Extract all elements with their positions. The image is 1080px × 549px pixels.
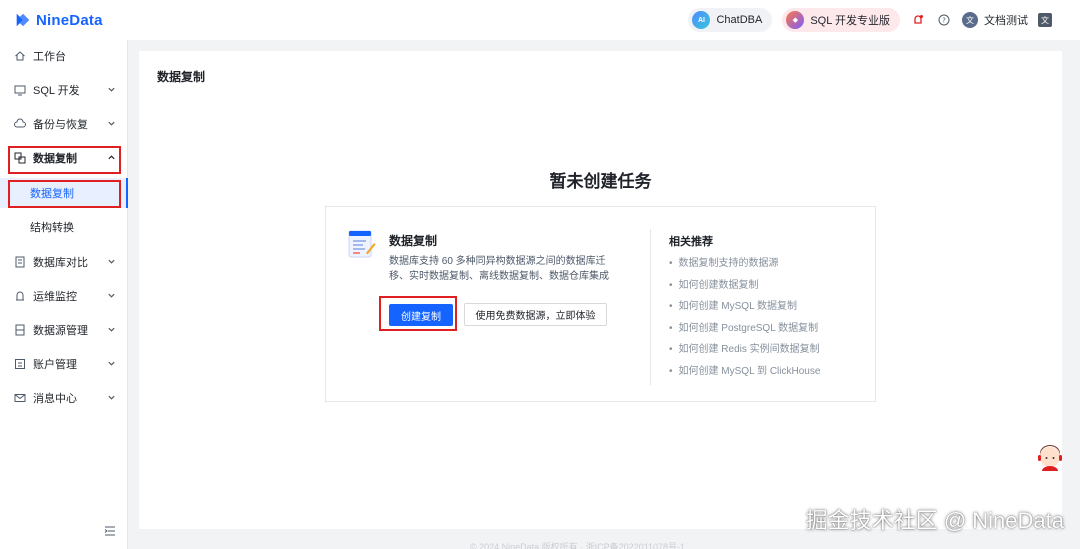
recommend-link[interactable]: 数据复制支持的数据源 — [669, 253, 820, 275]
try-free-datasource-button[interactable]: 使用免费数据源，立即体验 — [464, 303, 607, 326]
chevron-down-icon — [108, 293, 115, 298]
compare-icon — [14, 256, 26, 268]
user-menu[interactable]: 文 文档测试 — [962, 12, 1028, 28]
recommend-link[interactable]: 如何创建 PostgreSQL 数据复制 — [669, 318, 820, 340]
user-name: 文档测试 — [984, 15, 1028, 27]
cloud-backup-icon — [14, 118, 26, 130]
sidebar-item-label: SQL 开发 — [33, 85, 80, 97]
sidebar-item-label: 备份与恢复 — [33, 119, 88, 131]
sidebar-subitem-data-replication[interactable]: 数据复制 — [0, 178, 128, 208]
replication-doc-icon — [348, 230, 376, 258]
customer-support-icon[interactable] — [1036, 444, 1064, 474]
page-title: 数据复制 — [157, 70, 206, 84]
sql-pro-label: SQL 开发专业版 — [810, 15, 890, 27]
sidebar-item-label: 运维监控 — [33, 291, 77, 303]
recommend-link[interactable]: 如何创建数据复制 — [669, 275, 820, 297]
card-description: 数据库支持 60 多种同异构数据源之间的数据库迁移、实时数据复制、离线数据复制、… — [389, 256, 609, 282]
top-bar: NineData AI ChatDBA ◆ SQL 开发专业版 ? 文 文档测试… — [0, 0, 1080, 40]
sidebar-item-backup[interactable]: 备份与恢复 — [0, 108, 128, 140]
terminal-icon — [14, 84, 26, 96]
sidebar-item-messages[interactable]: 消息中心 — [0, 382, 128, 414]
sidebar-item-label: 账户管理 — [33, 359, 77, 371]
sql-pro-icon: ◆ — [786, 11, 805, 29]
svg-text:?: ? — [942, 17, 946, 25]
sidebar-item-account[interactable]: 账户管理 — [0, 348, 128, 380]
chevron-down-icon — [108, 121, 115, 126]
avatar: 文 — [962, 12, 978, 28]
mail-icon — [14, 392, 26, 404]
watermark: 掘金技术社区 @ NineData — [805, 508, 1064, 533]
sidebar: 工作台 SQL 开发 备份与恢复 数据复制 数据复制 结构转换 数据库对比 运维… — [0, 40, 128, 549]
collapse-sidebar-icon[interactable] — [104, 525, 116, 537]
sidebar-item-label: 数据库对比 — [33, 257, 88, 269]
chevron-down-icon — [108, 87, 115, 92]
chevron-down-icon — [108, 327, 115, 332]
sidebar-item-label: 数据复制 — [33, 153, 77, 165]
recommend-title: 相关推荐 — [669, 236, 713, 248]
chevron-up-icon — [108, 155, 115, 160]
monitor-icon — [14, 290, 26, 302]
notification-icon[interactable] — [910, 12, 926, 28]
app-name: NineData — [36, 11, 103, 29]
ninedata-logo-icon — [16, 13, 30, 27]
sidebar-item-label: 数据源管理 — [33, 325, 88, 337]
sidebar-item-label: 工作台 — [33, 51, 66, 63]
language-switch-icon[interactable]: 文 — [1038, 13, 1052, 27]
create-replication-button[interactable]: 创建复制 — [389, 304, 453, 326]
footer-copyright: © 2024 NineData 版权所有 · 浙ICP备2022011078号-… — [470, 542, 686, 549]
chatdba-label: ChatDBA — [716, 14, 763, 26]
chevron-down-icon — [108, 259, 115, 264]
card-divider — [650, 229, 651, 385]
home-icon — [14, 50, 26, 62]
account-icon — [14, 358, 26, 370]
empty-state-card: 数据复制 数据库支持 60 多种同异构数据源之间的数据库迁移、实时数据复制、离线… — [325, 206, 876, 402]
chatdba-button[interactable]: AI ChatDBA — [688, 8, 773, 32]
main-content: 数据复制 暂未创建任务 数据复制 数据库支持 60 多种同异构数据源之间的数据库… — [139, 51, 1062, 529]
sidebar-item-db-compare[interactable]: 数据库对比 — [0, 246, 128, 278]
sidebar-item-workbench[interactable]: 工作台 — [0, 40, 128, 72]
sidebar-subitem-label: 数据复制 — [30, 188, 74, 200]
chevron-down-icon — [108, 361, 115, 366]
sidebar-item-ops-monitor[interactable]: 运维监控 — [0, 280, 128, 312]
empty-state-title: 暂未创建任务 — [549, 172, 652, 191]
logo[interactable]: NineData — [14, 11, 103, 29]
sidebar-item-sql-dev[interactable]: SQL 开发 — [0, 74, 128, 106]
recommend-list: 数据复制支持的数据源 如何创建数据复制 如何创建 MySQL 数据复制 如何创建… — [669, 253, 821, 383]
sidebar-subitem-schema-conversion[interactable]: 结构转换 — [0, 212, 128, 242]
recommend-link[interactable]: 如何创建 MySQL 数据复制 — [669, 296, 820, 318]
recommend-link[interactable]: 如何创建 MySQL 到 ClickHouse — [669, 361, 821, 383]
sidebar-subitem-label: 结构转换 — [30, 222, 74, 234]
copy-icon — [14, 152, 26, 164]
help-icon[interactable]: ? — [936, 12, 952, 28]
sidebar-item-data-replication[interactable]: 数据复制 — [0, 142, 128, 174]
sidebar-item-datasource[interactable]: 数据源管理 — [0, 314, 128, 346]
chevron-down-icon — [108, 395, 115, 400]
sql-pro-button[interactable]: ◆ SQL 开发专业版 — [782, 8, 900, 32]
card-title: 数据复制 — [389, 234, 438, 248]
database-icon — [14, 324, 26, 336]
recommend-link[interactable]: 如何创建 Redis 实例间数据复制 — [669, 339, 820, 361]
chatdba-icon: AI — [692, 11, 711, 29]
sidebar-item-label: 消息中心 — [33, 393, 77, 405]
